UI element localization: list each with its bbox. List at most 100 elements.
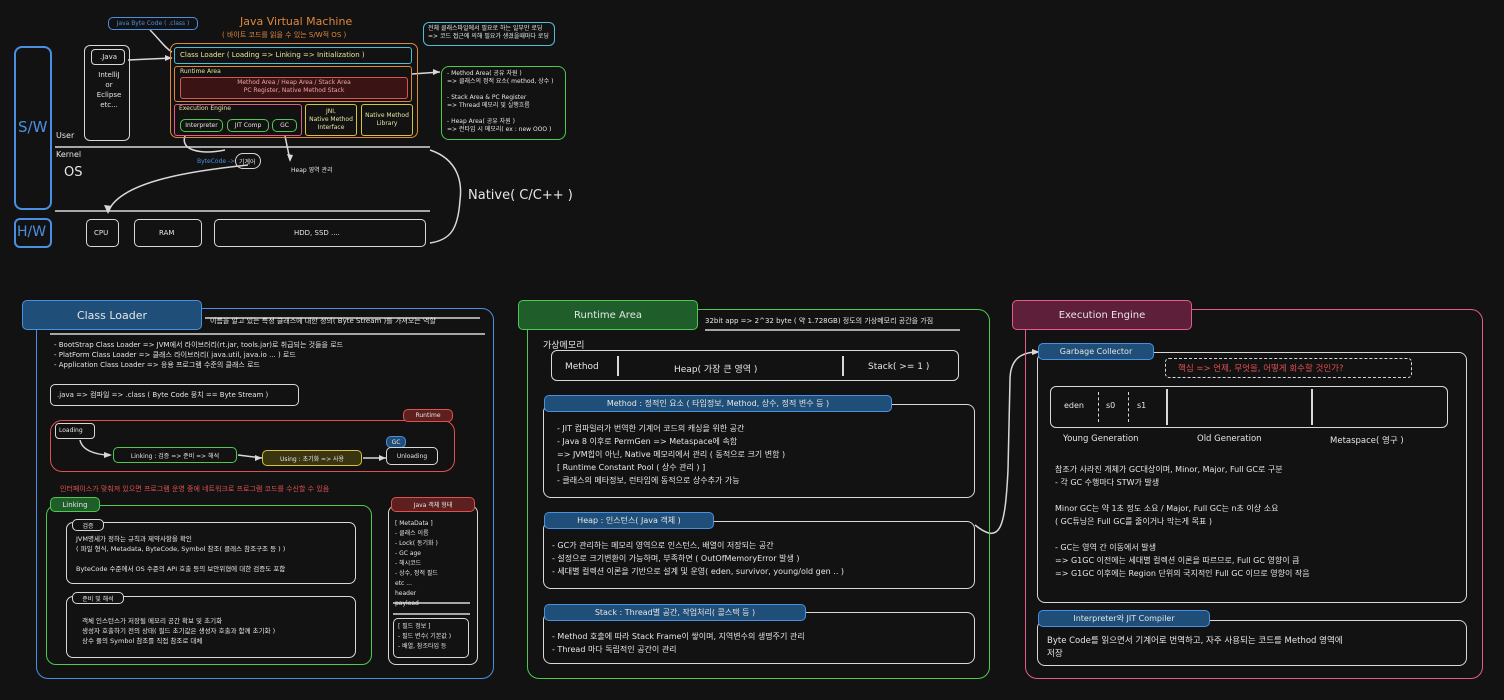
note-green-line: => 런타임 시 메모리( ex : new OOO ) [447, 126, 552, 133]
gen-divider [1098, 392, 1099, 422]
meta-label: Metaspace( 영구 ) [1330, 436, 1404, 446]
method-line: - 클래스의 메타정보, 런타임에 동적으로 상수추가 가능 [557, 476, 740, 485]
note-green-line: - Method Area( 공유 자원 ) [447, 70, 522, 77]
ram-label: RAM [159, 229, 175, 237]
s1-label: s1 [1137, 401, 1147, 410]
jvm-subtitle: ( 바이트 코드를 읽을 수 있는 S/W적 OS ) [222, 31, 347, 39]
obj-line: - 상수, 정적 필드 [395, 570, 438, 577]
runtime-inner-line: Method Area / Heap Area / Stack Area [237, 79, 351, 86]
verify-line: ByteCode 수준에서 OS 수준의 API 호출 등의 보안위협에 대한 … [76, 565, 286, 573]
os-label: OS [64, 165, 83, 180]
heap-manage-label: Heap 영역 관리 [291, 167, 333, 174]
bullet: - Application Class Loader => 응용 프로그램 수준… [54, 361, 260, 369]
unloading-box: Unloading [386, 447, 438, 465]
jit-title: Interpreter와 JIT Compiler [1038, 610, 1210, 627]
gc-line: - 각 GC 수행마다 STW가 발생 [1055, 478, 1160, 487]
prep-tag: 준비 및 해석 [72, 592, 124, 604]
method-line: - Java 8 이후로 PermGen => Metaspace에 속함 [557, 437, 738, 446]
method-line: [ Runtime Constant Pool ( 상수 관리 ) ] [557, 463, 706, 472]
obj-line: - 클래스 이름 [395, 530, 429, 537]
obj-line: payload [395, 600, 419, 607]
ide-list: IntelliJ or Eclipse etc... [86, 70, 132, 110]
stack-line: - Thread 마다 독립적인 공간이 관리 [552, 645, 677, 654]
bytecode-arrow-label: ByteCode -> [197, 158, 236, 165]
gc-text: 참조가 사라진 개체가 GC대상이며, Minor, Major, Full G… [1055, 463, 1310, 580]
gc-line [1055, 528, 1310, 541]
compile-label: .java => 컴파일 => .class ( Byte Code 뭉치 ==… [57, 391, 269, 399]
method-text: - JIT 컴파일러가 번역한 기계어 코드의 캐싱을 위한 공간 - Java… [557, 422, 785, 487]
jni-text: JNI, Native Method Interface [305, 108, 357, 132]
obj-title: Java 객체 형태 [391, 497, 475, 512]
vm-stack: Stack( >= 1 ) [868, 362, 930, 372]
gc-line: 참조가 사라진 개체가 GC대상이며, Minor, Major, Full G… [1055, 465, 1283, 474]
method-title: Method : 정적인 요소 ( 타입정보, Method, 상수, 정적 변… [544, 395, 892, 412]
gen-divider [1128, 392, 1129, 422]
user-label: User [56, 131, 75, 140]
class-loader-desc: 이름을 알고 있는 특정 클래스에 대한 정의( Byte Stream )를 … [210, 317, 436, 325]
obj-line: - 해시코드 [395, 560, 422, 567]
class-loader-label: Class Loader ( Loading => Linking => Ini… [180, 51, 365, 59]
heap-line: - 설정으로 크기변환이 가능하며, 부족하면 ( OutOfMemoryErr… [552, 554, 800, 563]
jni-line: Native Method [309, 116, 353, 123]
eden-label: eden [1064, 401, 1084, 410]
field-line: [ 필드 정보 ] [398, 623, 431, 630]
obj-line: [ MetaData ] [395, 520, 433, 527]
runtime-title: Runtime Area [518, 300, 698, 330]
bullet: - PlatForm Class Loader => 클래스 라이브러리( ja… [54, 351, 296, 359]
loading-label: Loading [59, 427, 83, 434]
verify-line: JVM명세가 정하는 규칙과 제약사항을 확인 [76, 535, 192, 543]
stack-text: - Method 호출에 따라 Stack Frame이 쌓이며, 지역변수의 … [552, 630, 805, 656]
native-lib-text: Native Method Library [361, 112, 413, 128]
stack-title: Stack : Thread별 공간, 작업처리( 콜스택 등 ) [544, 604, 806, 621]
jni-line: Interface [317, 124, 345, 131]
bytecode-tag: Java Byte Code ( .class ) [108, 17, 198, 30]
runtime-desc: 32bit app => 2^32 byte ( 약 1.728GB) 정도의 … [705, 317, 934, 325]
runtime-inner-text: Method Area / Heap Area / Stack Area PC … [180, 79, 408, 95]
obj-text: [ MetaData ] - 클래스 이름 - Lock( 동기화 ) - GC… [395, 519, 438, 609]
gc-title: Garbage Collector [1038, 343, 1154, 360]
method-line: - JIT 컴파일러가 번역한 기계어 코드의 캐싱을 위한 공간 [557, 424, 745, 433]
note-green-line [447, 110, 553, 118]
runtime-area-label: Runtime Area [180, 68, 221, 75]
vm-divider [617, 356, 619, 376]
gc-note: 핵심 => 언제, 무엇을, 어떻게 회수할 것인가? [1178, 364, 1344, 374]
jni-line: JNI, [326, 108, 336, 115]
runtime-tag: Runtime [403, 409, 453, 422]
heap-title: Heap : 인스턴스( Java 객체 ) [544, 512, 714, 529]
obj-line: - GC age [395, 550, 421, 557]
note-green-text: - Method Area( 공유 자원 ) => 클래스의 정적 요소( me… [447, 70, 553, 134]
method-line: => JVM힙이 아닌, Native 메모리에서 관리 ( 동적으로 크기 변… [557, 450, 786, 459]
java-label: .Java [100, 53, 118, 61]
gc-line: - GC는 영역 간 이동에서 발생 [1055, 543, 1156, 552]
exec-title: Execution Engine [1012, 300, 1192, 330]
verify-text: JVM명세가 정하는 규칙과 제약사항을 확인 ( 파일 형식, Metadat… [76, 534, 285, 574]
note-green-line [447, 86, 553, 94]
hdd-label: HDD, SSD .... [294, 229, 340, 237]
interpreter-box: Interpreter [180, 119, 223, 132]
gc-line: ( GC튜닝은 Full GC를 줄이거나 막는게 목표 ) [1055, 517, 1212, 526]
hw-label: H/W [17, 224, 47, 240]
note-green-line: => 클래스의 정적 요소( method, 상수 ) [447, 78, 554, 85]
field-line: - 배열, 참조타입 등 [398, 643, 447, 650]
stack-line: - Method 호출에 따라 Stack Frame이 쌓이며, 지역변수의 … [552, 632, 805, 641]
cpu-label: CPU [94, 229, 109, 237]
verify-line [76, 554, 285, 564]
using-box: Using : 초기화 => 사용 [262, 450, 362, 466]
gc-line: => G1GC 이전에는 세대별 컬렉션 이론을 따르므로, Full GC 영… [1055, 556, 1300, 565]
jvm-title: Java Virtual Machine [240, 15, 353, 28]
ide-line: or [105, 81, 113, 89]
native-label: Native( C/C++ ) [468, 188, 573, 203]
linking-panel-title: Linking [50, 497, 100, 512]
heap-line: - 세대별 컬렉션 이론을 기반으로 설계 및 운영( eden, surviv… [552, 567, 845, 576]
prep-text: 객체 인스턴스가 저장될 메모리 공간 확보 및 초기화 생성자 호출하기 전의… [82, 616, 275, 646]
gen-divider [1166, 389, 1168, 425]
jit-line: Byte Code를 읽으면서 기계어로 번역하고, 자주 사용되는 코드를 M… [1047, 636, 1343, 646]
obj-line: etc ... [395, 580, 412, 587]
gc-box: GC [272, 119, 297, 132]
note-top-line: => 코드 접근에 의해 필요가 생겼을때마다 로딩 [428, 33, 549, 40]
gc-line [1055, 489, 1310, 502]
prep-line: 객체 인스턴스가 저장될 메모리 공간 확보 및 초기화 [82, 617, 223, 625]
vm-method: Method [565, 362, 599, 372]
machine-code-label: 기계어 [239, 159, 256, 166]
field-info-text: [ 필드 정보 ] - 필드 변수( 기본값 ) - 배열, 참조타입 등 [398, 622, 451, 652]
